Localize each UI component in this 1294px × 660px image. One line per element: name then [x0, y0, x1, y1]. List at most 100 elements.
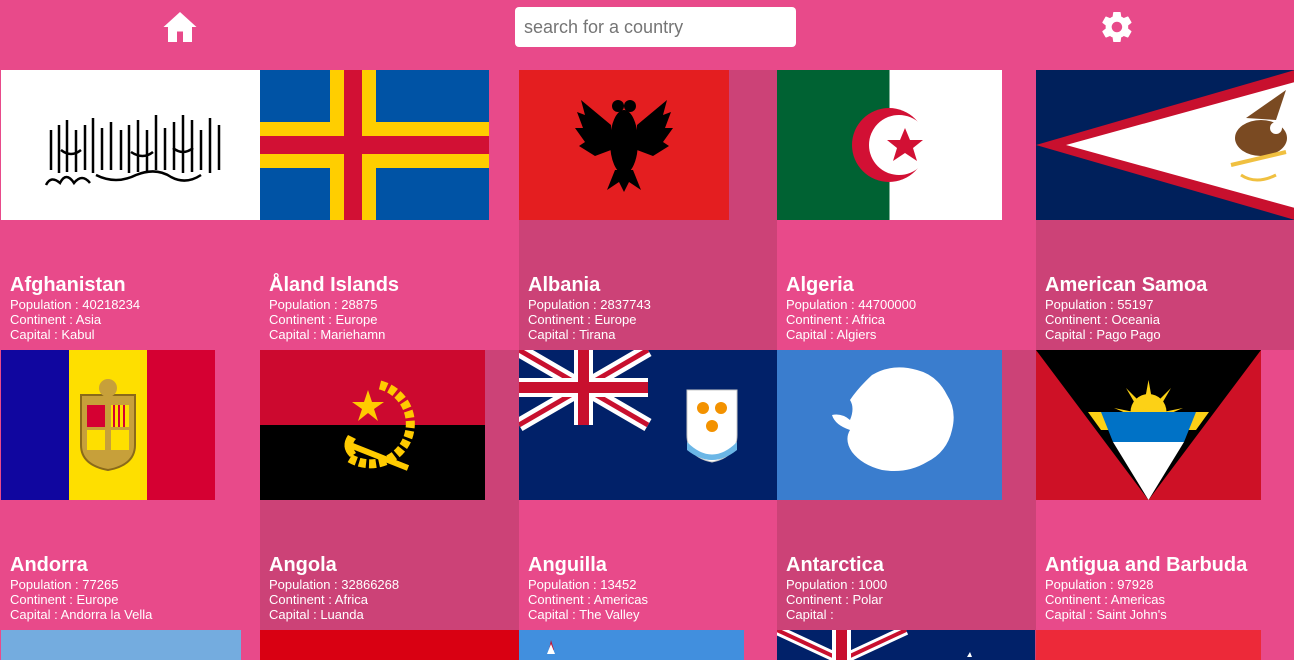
capital-label: Capital : [528, 607, 580, 622]
country-name: Andorra [10, 554, 88, 576]
population-label: Population : [528, 297, 601, 312]
population-label: Population : [1045, 297, 1118, 312]
capital-label: Capital : [786, 327, 837, 342]
population-value: 97928 [1117, 577, 1154, 592]
continent-value: Polar [852, 592, 883, 607]
country-info: Andorra Population : 77265 Continent : E… [10, 554, 152, 622]
continent-line: Continent : Polar [786, 592, 887, 607]
population-line: Population : 97928 [1045, 577, 1247, 592]
capital-line: Capital : The Valley [528, 607, 648, 622]
population-value: 55197 [1117, 297, 1154, 312]
country-info: Albania Population : 2837743 Continent :… [528, 274, 651, 342]
search-input[interactable] [515, 7, 796, 47]
population-line: Population : 13452 [528, 577, 648, 592]
continent-line: Continent : Africa [786, 312, 916, 327]
population-label: Population : [786, 297, 859, 312]
continent-line: Continent : Africa [269, 592, 399, 607]
country-name: Antigua and Barbuda [1045, 554, 1248, 576]
flag-afghanistan [1, 70, 260, 220]
population-line: Population : 77265 [10, 577, 152, 592]
population-line: Population : 40218234 [10, 297, 140, 312]
continent-label: Continent : [10, 312, 76, 327]
continent-value: Africa [334, 592, 369, 607]
country-info: Åland Islands Population : 28875 Contine… [269, 274, 399, 342]
country-card-algeria[interactable]: Algeria Population : 44700000 Continent … [777, 70, 1036, 350]
continent-line: Continent : Europe [269, 312, 399, 327]
capital-label: Capital : [528, 327, 580, 342]
flag-partial [1, 630, 241, 660]
country-card-antarctica[interactable]: Antarctica Population : 1000 Continent :… [777, 350, 1036, 630]
flag-albania [519, 70, 729, 220]
country-card-partial[interactable] [260, 630, 519, 660]
country-card-andorra[interactable]: Andorra Population : 77265 Continent : E… [1, 350, 260, 630]
flag-partial [777, 630, 1035, 660]
population-line: Population : 32866268 [269, 577, 399, 592]
country-card-american-samoa[interactable]: American Samoa Population : 55197 Contin… [1036, 70, 1294, 350]
capital-value: Mariehamn [320, 327, 386, 342]
flag-algeria [777, 70, 1002, 220]
capital-line: Capital : Luanda [269, 607, 399, 622]
country-card-partial[interactable] [1, 630, 260, 660]
continent-value: Europe [76, 592, 119, 607]
continent-line: Continent : Americas [1045, 592, 1247, 607]
population-label: Population : [10, 577, 83, 592]
capital-label: Capital : [1045, 607, 1097, 622]
continent-label: Continent : [528, 592, 594, 607]
country-card-antigua-and-barbuda[interactable]: Antigua and Barbuda Population : 97928 C… [1036, 350, 1294, 630]
country-name: Angola [269, 554, 337, 576]
country-card-albania[interactable]: Albania Population : 2837743 Continent :… [519, 70, 778, 350]
country-name: Antarctica [786, 554, 884, 576]
country-card-aland-islands[interactable]: Åland Islands Population : 28875 Contine… [260, 70, 519, 350]
country-card-angola[interactable]: Angola Population : 32866268 Continent :… [260, 350, 519, 630]
continent-value: Africa [851, 312, 886, 327]
country-info: Antarctica Population : 1000 Continent :… [786, 554, 887, 622]
population-value: 2837743 [600, 297, 651, 312]
country-name: Anguilla [528, 554, 607, 576]
flag-partial [519, 630, 744, 660]
population-label: Population : [269, 577, 342, 592]
population-line: Population : 28875 [269, 297, 399, 312]
population-value: 40218234 [82, 297, 141, 312]
capital-line: Capital : [786, 607, 887, 622]
continent-label: Continent : [528, 312, 595, 327]
capital-line: Capital : Tirana [528, 327, 651, 342]
top-bar [0, 0, 1294, 70]
continent-value: Americas [593, 592, 648, 607]
population-value: 32866268 [341, 577, 400, 592]
continent-line: Continent : Oceania [1045, 312, 1207, 327]
capital-label: Capital : [10, 327, 62, 342]
continent-label: Continent : [1045, 312, 1112, 327]
home-icon[interactable] [162, 10, 198, 44]
country-info: Antigua and Barbuda Population : 97928 C… [1045, 554, 1247, 622]
population-line: Population : 55197 [1045, 297, 1207, 312]
country-card-afghanistan[interactable]: Afghanistan Population : 40218234 Contin… [1, 70, 260, 350]
population-value: 1000 [858, 577, 888, 592]
country-card-anguilla[interactable]: Anguilla Population : 13452 Continent : … [519, 350, 778, 630]
country-info: Angola Population : 32866268 Continent :… [269, 554, 399, 622]
continent-value: Europe [594, 312, 637, 327]
capital-value: Algiers [836, 327, 877, 342]
capital-label: Capital : [1045, 327, 1097, 342]
continent-line: Continent : Asia [10, 312, 140, 327]
country-name: Albania [528, 274, 601, 296]
population-value: 77265 [82, 577, 119, 592]
population-label: Population : [10, 297, 83, 312]
country-card-partial[interactable] [1036, 630, 1294, 660]
country-info: American Samoa Population : 55197 Contin… [1045, 274, 1207, 342]
population-label: Population : [528, 577, 601, 592]
continent-value: Europe [335, 312, 378, 327]
capital-line: Capital : Mariehamn [269, 327, 399, 342]
population-value: 28875 [341, 297, 378, 312]
capital-value: Andorra la Vella [60, 607, 153, 622]
country-name: Åland Islands [269, 274, 400, 296]
capital-value: Pago Pago [1096, 327, 1161, 342]
capital-line: Capital : Pago Pago [1045, 327, 1207, 342]
country-card-partial[interactable] [777, 630, 1036, 660]
capital-value: Saint John's [1096, 607, 1167, 622]
capital-line: Capital : Algiers [786, 327, 916, 342]
country-card-partial[interactable] [519, 630, 778, 660]
capital-value: Tirana [579, 327, 616, 342]
country-name: Algeria [786, 274, 854, 296]
population-value: 44700000 [858, 297, 917, 312]
gear-icon[interactable] [1099, 9, 1135, 45]
